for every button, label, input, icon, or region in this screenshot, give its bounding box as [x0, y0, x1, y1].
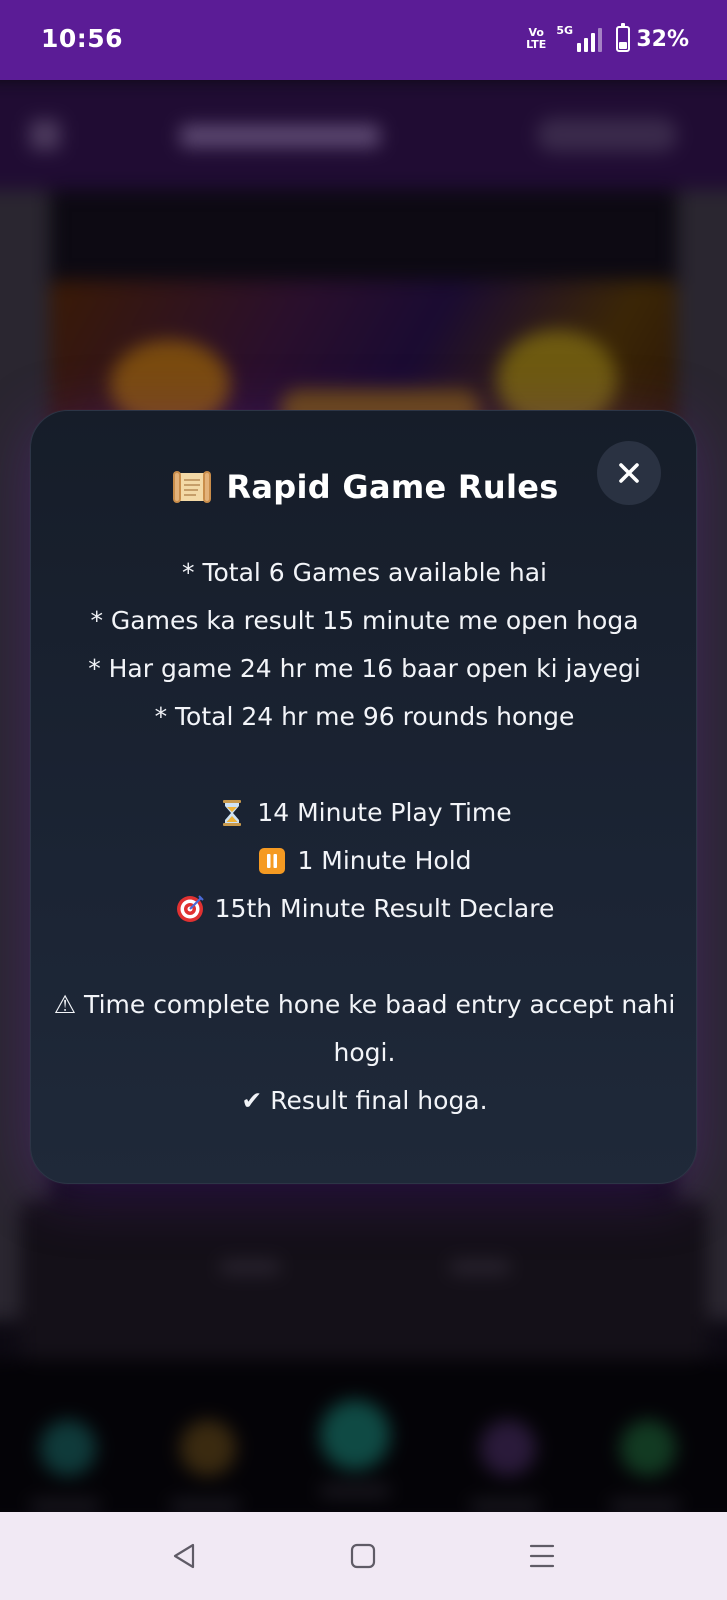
menu-button[interactable] — [520, 1534, 564, 1578]
menu-lines-icon — [529, 1544, 555, 1568]
signal-icon: 5G — [556, 24, 603, 52]
back-button[interactable] — [162, 1534, 206, 1578]
status-bar: 10:56 Vo LTE 5G 32% — [0, 0, 727, 80]
scroll-icon — [173, 471, 212, 503]
target-icon — [176, 895, 204, 922]
modal-title-text: Rapid Game Rules — [226, 468, 559, 506]
background-header — [0, 80, 727, 190]
background-bottom-nav — [0, 1360, 727, 1512]
volte-indicator: Vo LTE — [526, 27, 546, 51]
pause-icon — [259, 848, 286, 874]
timing-line-play: 14 Minute Play Time — [51, 789, 678, 837]
modal-body: * Total 6 Games available hai * Games ka… — [51, 549, 678, 1125]
home-button[interactable] — [341, 1534, 385, 1578]
status-indicators: Vo LTE 5G 32% — [526, 22, 689, 56]
battery-icon — [616, 23, 631, 52]
modal-title: Rapid Game Rules — [31, 467, 698, 507]
final-text: ✔ Result final hoga. — [241, 1086, 488, 1115]
system-nav-bar — [0, 1512, 727, 1600]
network-type: 5G — [556, 24, 574, 37]
timing-text: 15th Minute Result Declare — [214, 894, 555, 923]
timing-line-hold: 1 Minute Hold — [51, 837, 678, 885]
rule-line: * Total 6 Games available hai — [182, 558, 547, 587]
home-square-icon — [350, 1543, 376, 1569]
hourglass-icon — [223, 800, 242, 826]
status-time: 10:56 — [41, 24, 124, 53]
rules-modal: Rapid Game Rules * Total 6 Games availab… — [30, 410, 697, 1184]
rule-line: * Har game 24 hr me 16 baar open ki jaye… — [88, 654, 641, 683]
rule-line: * Games ka result 15 minute me open hoga — [90, 606, 639, 635]
rule-line: * Total 24 hr me 96 rounds honge — [154, 702, 575, 731]
warning-text: ⚠ Time complete hone ke baad entry accep… — [53, 990, 676, 1067]
back-triangle-icon — [173, 1543, 195, 1569]
battery-percentage: 32% — [636, 26, 689, 52]
timing-text: 14 Minute Play Time — [257, 798, 512, 827]
timing-line-result: 15th Minute Result Declare — [51, 885, 678, 933]
volte-bottom-label: LTE — [526, 38, 547, 51]
timing-text: 1 Minute Hold — [297, 846, 472, 875]
